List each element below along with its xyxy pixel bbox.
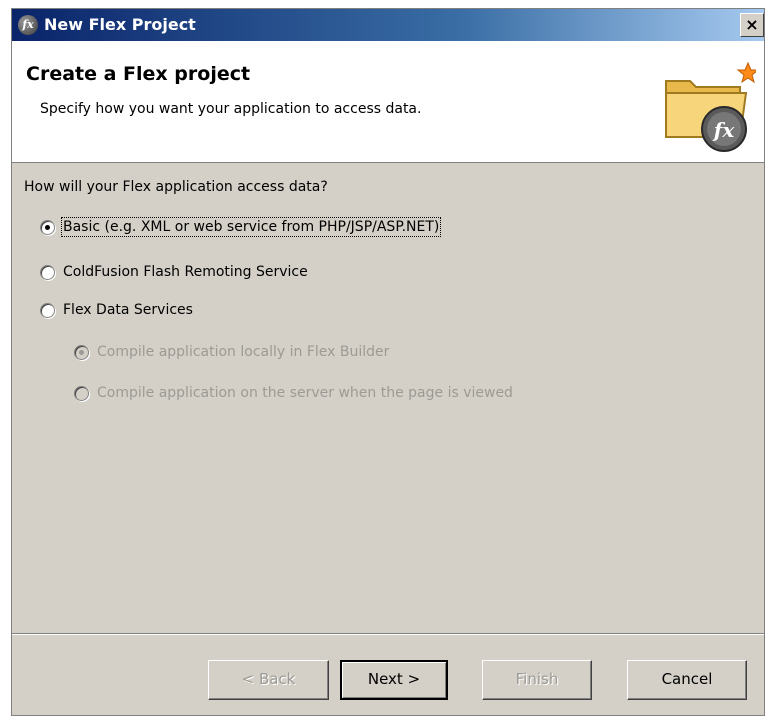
page-title: Create a Flex project (26, 63, 251, 85)
close-button[interactable]: × (740, 13, 764, 37)
radio-flex-data-services[interactable] (40, 302, 55, 318)
option-flex-data-services-label: Flex Data Services (63, 302, 193, 318)
option-flex-data-services[interactable]: Flex Data Services (40, 299, 193, 321)
cancel-button[interactable]: Cancel (627, 660, 747, 700)
window-title: New Flex Project (44, 15, 196, 34)
option-compile-locally[interactable]: Compile application locally in Flex Buil… (74, 341, 389, 363)
radio-compile-locally[interactable] (74, 344, 89, 360)
option-compile-locally-label: Compile application locally in Flex Buil… (97, 344, 390, 360)
new-flex-project-dialog: fx New Flex Project × Create a Flex proj… (11, 8, 765, 716)
title-bar[interactable]: fx New Flex Project × (12, 9, 764, 41)
svg-text:fx: fx (712, 118, 736, 142)
radio-coldfusion[interactable] (40, 264, 55, 280)
radio-compile-server[interactable] (74, 385, 89, 401)
flex-logo-icon: fx (18, 15, 38, 35)
option-compile-server-label: Compile application on the server when t… (97, 385, 513, 401)
option-compile-server[interactable]: Compile application on the server when t… (74, 382, 513, 404)
finish-button[interactable]: Finish (482, 660, 592, 700)
page-description: Specify how you want your application to… (40, 101, 422, 117)
radio-basic[interactable] (40, 219, 55, 235)
option-coldfusion[interactable]: ColdFusion Flash Remoting Service (40, 261, 308, 283)
option-basic[interactable]: Basic (e.g. XML or web service from PHP/… (40, 216, 442, 238)
option-coldfusion-label: ColdFusion Flash Remoting Service (63, 264, 308, 280)
option-basic-label: Basic (e.g. XML or web service from PHP/… (60, 217, 442, 237)
button-bar-divider (12, 633, 764, 635)
next-button[interactable]: Next > (340, 660, 448, 700)
back-button[interactable]: < Back (208, 660, 329, 700)
access-data-question: How will your Flex application access da… (24, 179, 328, 195)
flex-project-folder-icon: fx (665, 61, 756, 152)
wizard-body: How will your Flex application access da… (12, 163, 764, 633)
wizard-header: Create a Flex project Specify how you wa… (12, 41, 764, 163)
